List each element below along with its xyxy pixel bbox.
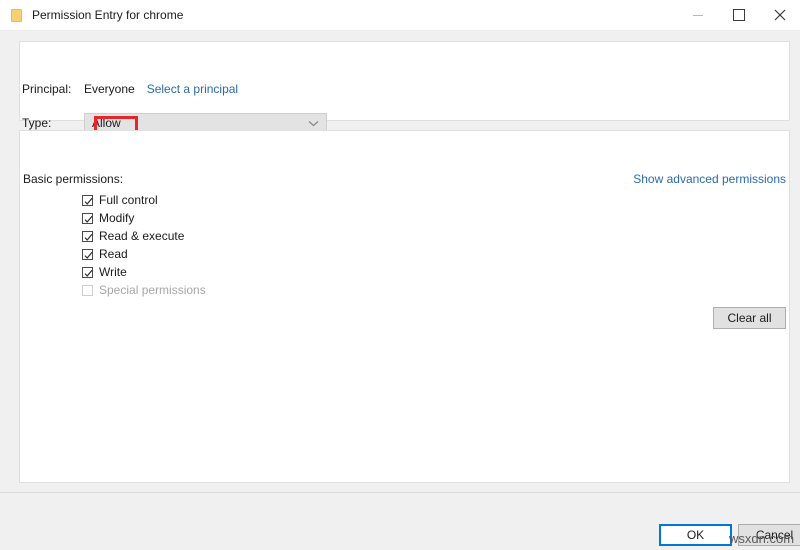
list-item[interactable]: Write — [82, 263, 206, 281]
folder-icon — [8, 7, 24, 23]
permission-label: Write — [99, 265, 127, 279]
list-item: Special permissions — [82, 281, 206, 299]
ok-button[interactable]: OK — [659, 524, 732, 546]
permissions-list: Full control Modify Read & execute Read … — [82, 191, 206, 299]
window-controls — [677, 0, 800, 30]
maximize-icon[interactable] — [718, 0, 759, 30]
permission-label: Modify — [99, 211, 135, 225]
checkbox-read[interactable] — [82, 248, 93, 260]
permission-entry-dialog: Permission Entry for chrome Principal: E… — [0, 0, 800, 550]
select-principal-link[interactable]: Select a principal — [147, 82, 238, 96]
list-item[interactable]: Modify — [82, 209, 206, 227]
principal-row: Principal: Everyone Select a principal — [22, 80, 238, 98]
minimize-icon[interactable] — [677, 0, 718, 30]
permissions-panel: Basic permissions: Show advanced permiss… — [19, 130, 790, 483]
principal-label: Principal: — [22, 82, 72, 96]
basic-permissions-heading: Basic permissions: — [23, 172, 124, 186]
type-label: Type: — [22, 116, 52, 130]
checkbox-read-execute[interactable] — [82, 230, 93, 242]
permission-label: Read — [99, 247, 128, 261]
clear-all-button[interactable]: Clear all — [713, 307, 786, 329]
window-title: Permission Entry for chrome — [32, 8, 184, 22]
permission-label: Full control — [99, 193, 158, 207]
permission-label: Read & execute — [99, 229, 185, 243]
permission-label: Special permissions — [99, 283, 206, 297]
checkbox-full-control[interactable] — [82, 194, 93, 206]
list-item[interactable]: Read & execute — [82, 227, 206, 245]
show-advanced-permissions-link[interactable]: Show advanced permissions — [633, 172, 786, 186]
dialog-body: Principal: Everyone Select a principal T… — [0, 30, 800, 550]
list-item[interactable]: Full control — [82, 191, 206, 209]
principal-value: Everyone — [84, 82, 135, 96]
close-icon[interactable] — [759, 0, 800, 30]
checkbox-modify[interactable] — [82, 212, 93, 224]
titlebar: Permission Entry for chrome — [0, 0, 800, 30]
cancel-button[interactable]: Cancel — [738, 524, 800, 546]
list-item[interactable]: Read — [82, 245, 206, 263]
type-selected-value: Allow — [92, 116, 121, 130]
checkbox-special-permissions — [82, 284, 93, 296]
checkbox-write[interactable] — [82, 266, 93, 278]
principal-panel: Principal: Everyone Select a principal T… — [19, 41, 790, 142]
